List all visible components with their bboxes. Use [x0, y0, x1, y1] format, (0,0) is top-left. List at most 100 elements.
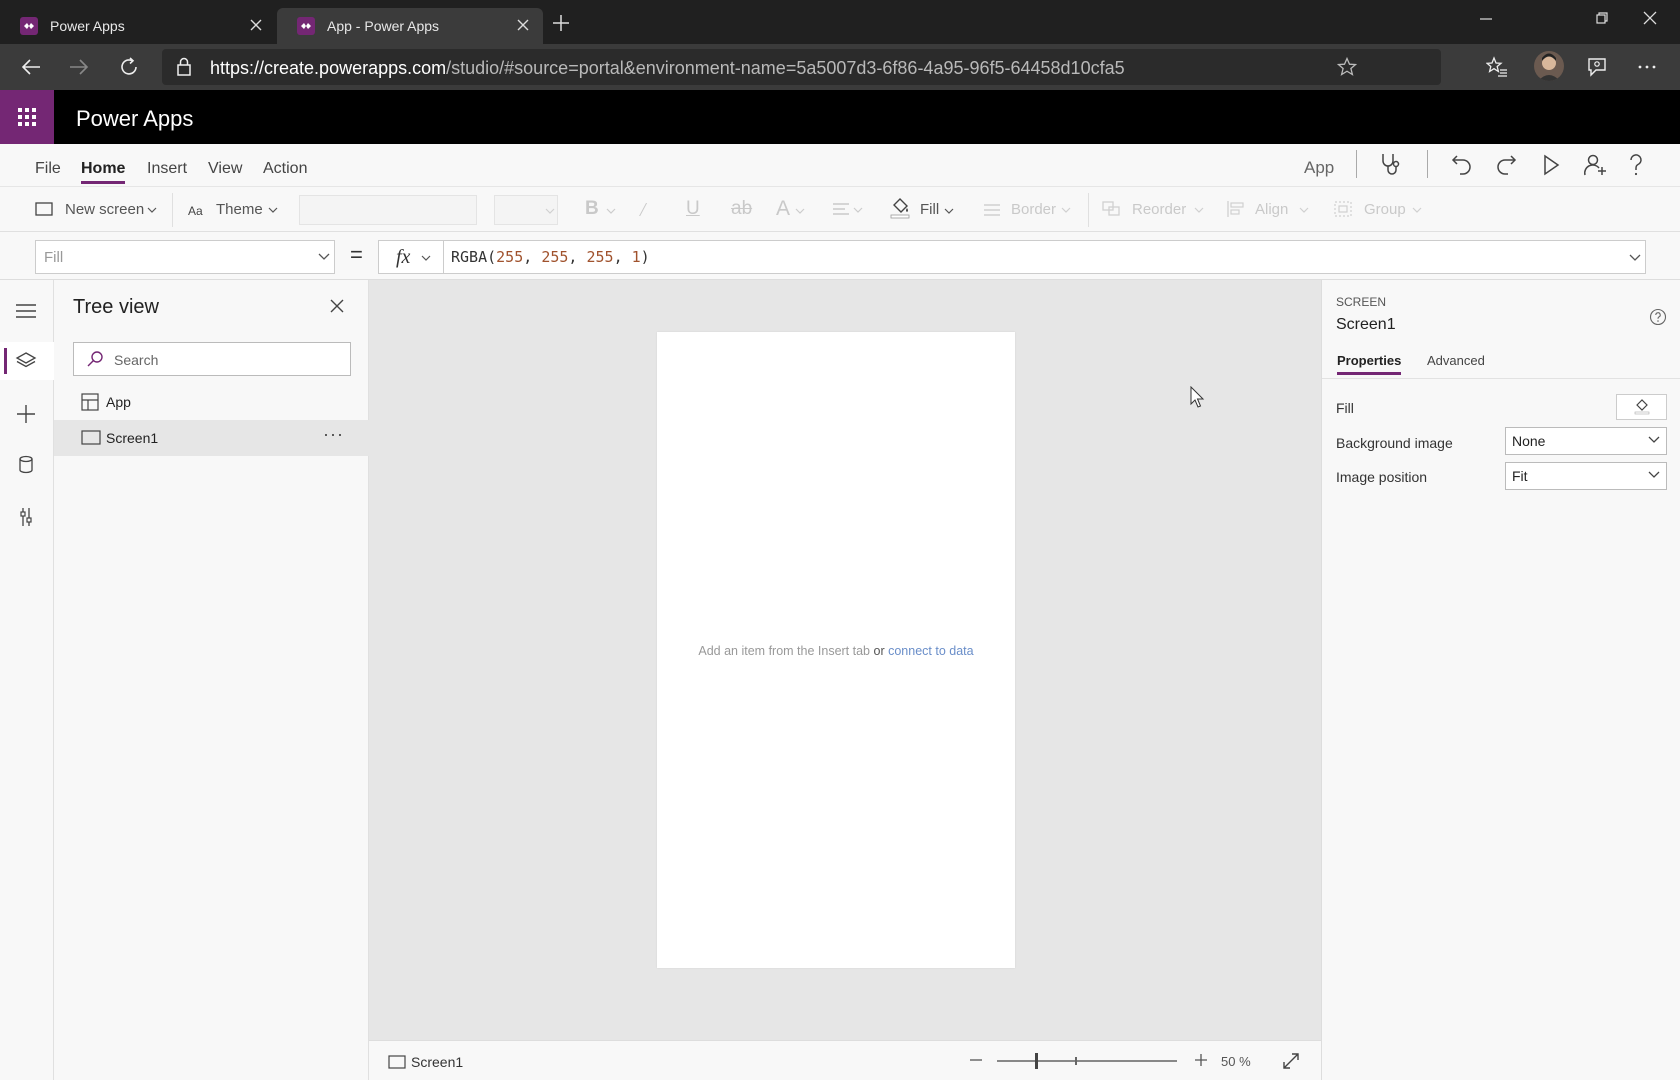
function-button[interactable]: fx	[378, 240, 444, 274]
chevron-down-icon	[1299, 206, 1309, 214]
chevron-down-icon	[1648, 436, 1660, 444]
insert-plus-icon[interactable]	[14, 402, 38, 426]
formula-close: )	[640, 248, 650, 266]
fill-color-picker[interactable]	[1616, 394, 1667, 420]
zoom-slider[interactable]	[997, 1053, 1177, 1069]
screen-icon	[388, 1055, 406, 1069]
hamburger-menu-icon[interactable]	[14, 302, 38, 320]
url-path: /studio/#source=portal&environment-name=…	[446, 58, 1125, 78]
zoom-out-minus-icon[interactable]	[969, 1053, 983, 1067]
advanced-tools-icon[interactable]	[14, 506, 38, 528]
more-options-icon[interactable]	[1636, 56, 1658, 78]
zoom-in-plus-icon[interactable]	[1194, 1053, 1208, 1067]
close-icon[interactable]	[329, 298, 345, 314]
tree-item-label: App	[106, 394, 131, 410]
fill-label: Fill	[920, 201, 940, 218]
app-header: Power Apps	[0, 90, 1680, 144]
fit-to-window-expand-icon[interactable]	[1282, 1052, 1300, 1070]
zoom-slider-thumb[interactable]	[1035, 1053, 1038, 1069]
formula-arg: 255	[586, 248, 614, 266]
bold-icon[interactable]: B	[585, 198, 599, 220]
browser-tab-power-apps[interactable]: Power Apps	[0, 8, 276, 44]
browser-tab-app-power-apps[interactable]: App - Power Apps	[277, 8, 543, 44]
chevron-down-icon	[1648, 471, 1660, 479]
minimize-icon[interactable]	[1478, 10, 1494, 26]
tab-action[interactable]: Action	[263, 160, 307, 178]
refresh-icon[interactable]	[118, 56, 140, 78]
app-launcher-waffle-icon[interactable]	[0, 90, 54, 144]
app-icon	[81, 393, 99, 411]
font-size-select[interactable]	[494, 195, 558, 225]
data-cylinder-icon[interactable]	[14, 454, 38, 476]
selected-control-name[interactable]: Screen1	[1336, 316, 1396, 334]
tab-view[interactable]: View	[208, 160, 242, 178]
formula-bar: Fill = fx RGBA(255, 255, 255, 1)	[0, 232, 1680, 280]
left-nav-rail	[0, 280, 54, 1080]
back-arrow-icon[interactable]	[20, 56, 42, 78]
chevron-down-icon	[545, 207, 555, 215]
close-tab-icon[interactable]	[248, 17, 264, 33]
group-icon	[1334, 201, 1352, 217]
screen1-canvas[interactable]: Add an item from the Insert tab or conne…	[657, 332, 1015, 968]
tab-properties[interactable]: Properties	[1337, 353, 1402, 375]
zoom-tick	[1075, 1057, 1077, 1065]
close-window-icon[interactable]	[1642, 10, 1658, 26]
current-screen-label[interactable]: Screen1	[411, 1054, 463, 1070]
profile-avatar[interactable]	[1534, 51, 1564, 81]
chevron-down-icon	[318, 253, 330, 261]
font-family-select[interactable]	[299, 195, 477, 225]
connect-to-data-link[interactable]: connect to data	[888, 644, 973, 658]
background-image-dropdown[interactable]: None	[1505, 427, 1667, 455]
tab-file[interactable]: File	[35, 160, 61, 178]
url-field[interactable]: https://create.powerapps.com/studio/#sou…	[162, 49, 1441, 85]
ribbon-toolbar: New screen Aa Theme B / U ab A Fill Bord…	[0, 186, 1680, 232]
new-tab-icon[interactable]	[552, 14, 570, 32]
tree-item-app[interactable]: App	[54, 384, 369, 420]
feedback-icon[interactable]	[1586, 56, 1608, 78]
tab-advanced[interactable]: Advanced	[1427, 353, 1485, 368]
hint-or: or	[873, 644, 885, 658]
expand-formula-chevron-icon[interactable]	[1629, 254, 1641, 262]
tree-view-layers-icon[interactable]	[14, 350, 38, 372]
image-position-dropdown[interactable]: Fit	[1505, 462, 1667, 490]
undo-icon[interactable]	[1451, 153, 1473, 175]
border-icon	[983, 203, 1001, 217]
lock-icon	[176, 57, 192, 77]
app-checker-label[interactable]: App	[1304, 158, 1334, 178]
restore-icon[interactable]	[1594, 10, 1610, 26]
forward-arrow-icon[interactable]	[68, 56, 90, 78]
group-label: Group	[1364, 201, 1406, 218]
strikethrough-icon[interactable]: ab	[731, 198, 752, 220]
tab-home[interactable]: Home	[81, 160, 126, 184]
italic-icon[interactable]: /	[640, 199, 646, 222]
tree-item-screen1[interactable]: Screen1 ···	[54, 420, 369, 456]
chevron-down-icon	[606, 207, 616, 215]
formula-arg: 255	[496, 248, 524, 266]
more-options-ellipsis[interactable]: ···	[323, 424, 344, 445]
close-tab-icon[interactable]	[515, 17, 531, 33]
chevron-down-icon	[147, 206, 157, 214]
tree-item-label: Screen1	[106, 430, 159, 446]
tab-insert[interactable]: Insert	[147, 160, 187, 178]
tab-title: Power Apps	[50, 18, 125, 34]
chevron-down-icon	[944, 207, 954, 215]
tree-search-input[interactable]: Search	[73, 342, 351, 376]
formula-function: RGBA(	[451, 248, 497, 266]
app-checker-stethoscope-icon[interactable]	[1379, 152, 1403, 178]
preview-play-icon[interactable]	[1541, 154, 1561, 176]
border-label: Border	[1011, 201, 1057, 218]
redo-icon[interactable]	[1495, 153, 1517, 175]
font-color-icon[interactable]: A	[776, 197, 790, 221]
selected-type-label: SCREEN	[1336, 295, 1387, 309]
formula-input[interactable]: RGBA(255, 255, 255, 1)	[444, 240, 1646, 274]
underline-icon[interactable]: U	[686, 198, 700, 220]
share-user-icon[interactable]	[1583, 153, 1607, 177]
favorite-star-icon[interactable]	[1337, 57, 1357, 77]
property-value: Fill	[44, 249, 64, 266]
help-circle-icon[interactable]	[1649, 308, 1667, 326]
text-align-icon[interactable]	[832, 201, 866, 219]
help-question-icon[interactable]	[1628, 153, 1644, 177]
favorites-list-icon[interactable]	[1486, 56, 1508, 78]
theme-label: Theme	[216, 201, 263, 218]
property-dropdown[interactable]: Fill	[35, 240, 335, 274]
